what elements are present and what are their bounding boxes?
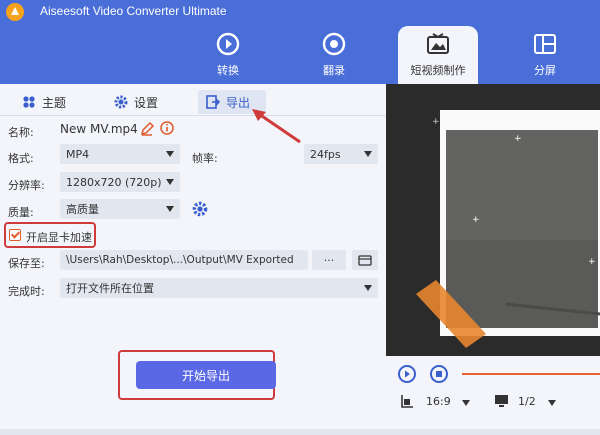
aspect-ratio-value[interactable]: 16:9 (426, 395, 451, 408)
save-label: 保存至: (8, 257, 45, 270)
tab-mv[interactable]: 短视频制作 (398, 26, 478, 84)
play-button[interactable] (398, 365, 416, 383)
collage-icon (534, 34, 556, 54)
complete-action-select[interactable]: 打开文件所在位置 (60, 278, 378, 298)
tab-mv-label: 短视频制作 (410, 64, 466, 77)
gpu-acceleration-checkbox[interactable] (9, 229, 21, 241)
complete-action-value: 打开文件所在位置 (66, 282, 154, 295)
format-label: 格式: (8, 152, 34, 165)
resolution-select[interactable]: 1280x720 (720p) (60, 172, 180, 192)
screen-page-value[interactable]: 1/2 (518, 395, 536, 408)
playback-progress-bar[interactable] (462, 373, 600, 375)
chevron-down-icon (166, 206, 174, 212)
gear-icon (114, 95, 128, 109)
resolution-value: 1280x720 (720p) (66, 175, 162, 189)
bottom-strip (0, 429, 600, 435)
player-controls: 16:9 1/2 (386, 356, 600, 435)
play-icon (405, 370, 410, 378)
fps-select[interactable]: 24fps (304, 144, 378, 164)
quality-select[interactable]: 高质量 (60, 199, 180, 219)
subtab-settings-label: 设置 (134, 95, 159, 110)
video-preview-image: + + + + (386, 84, 600, 356)
tab-collage[interactable]: 分屏 (505, 26, 585, 84)
edit-icon[interactable] (140, 122, 154, 136)
filename-value: New MV.mp4 (60, 122, 138, 136)
chevron-down-icon (364, 151, 372, 157)
save-path-value: \Users\Rah\Desktop\...\Output\MV Exporte… (66, 254, 294, 266)
aspect-ratio-icon (401, 395, 413, 408)
resolution-label: 分辨率: (8, 179, 45, 192)
app-title: Aiseesoft Video Converter Ultimate (40, 4, 227, 18)
tab-ripper[interactable]: 翻录 (294, 26, 374, 84)
chevron-down-icon[interactable] (462, 400, 470, 406)
chevron-down-icon (364, 285, 372, 291)
fps-value: 24fps (310, 147, 341, 161)
convert-icon (216, 32, 240, 56)
browse-label: ··· (323, 253, 335, 267)
name-label: 名称: (8, 126, 34, 139)
svg-text:+: + (472, 215, 480, 225)
tab-convert-label: 转换 (217, 64, 239, 77)
subtab-settings[interactable]: 设置 (114, 90, 158, 114)
open-folder-button[interactable] (352, 250, 378, 270)
app-header: Aiseesoft Video Converter Ultimate 转换 翻录… (0, 0, 600, 84)
tab-convert[interactable]: 转换 (188, 26, 268, 84)
folder-icon (358, 255, 372, 266)
svg-text:+: + (588, 257, 596, 267)
tab-collage-label: 分屏 (534, 64, 556, 77)
chevron-down-icon (166, 151, 174, 157)
chevron-down-icon (166, 179, 174, 185)
start-export-button[interactable]: 开始导出 (136, 361, 276, 389)
subtab-theme[interactable]: 主题 (22, 90, 66, 114)
fps-label: 帧率: (192, 152, 218, 165)
start-export-label: 开始导出 (181, 368, 230, 383)
quality-label: 质量: (8, 206, 34, 219)
gpu-acceleration-label: 开启显卡加速 (26, 231, 92, 244)
theme-icon (23, 96, 35, 108)
chevron-down-icon[interactable] (548, 400, 556, 406)
ripper-icon (322, 32, 346, 56)
preview-panel: + + + + 16:9 1/2 (386, 84, 600, 435)
save-path-field[interactable]: \Users\Rah\Desktop\...\Output\MV Exporte… (60, 250, 308, 270)
stop-button[interactable] (430, 365, 448, 383)
svg-text:+: + (432, 117, 440, 127)
export-settings-panel: 主题 设置 导出 名称: New MV.mp4 格式: MP4 帧率: 24fp… (0, 84, 386, 435)
info-icon[interactable] (160, 121, 174, 135)
annotation-arrow-icon (252, 109, 301, 144)
svg-text:+: + (514, 134, 522, 144)
quality-settings-gear-icon[interactable] (192, 201, 208, 217)
quality-value: 高质量 (66, 203, 99, 216)
export-icon (206, 95, 220, 109)
subtab-export-label: 导出 (226, 95, 251, 110)
mv-icon (427, 33, 449, 54)
stop-icon (436, 371, 442, 377)
app-logo-icon (6, 3, 24, 21)
monitor-icon (495, 395, 508, 407)
subtab-divider (0, 115, 386, 116)
format-select[interactable]: MP4 (60, 144, 180, 164)
format-value: MP4 (66, 147, 90, 161)
browse-button[interactable]: ··· (312, 250, 346, 270)
tab-ripper-label: 翻录 (323, 64, 345, 77)
subtab-theme-label: 主题 (42, 95, 67, 110)
complete-label: 完成时: (8, 285, 45, 298)
